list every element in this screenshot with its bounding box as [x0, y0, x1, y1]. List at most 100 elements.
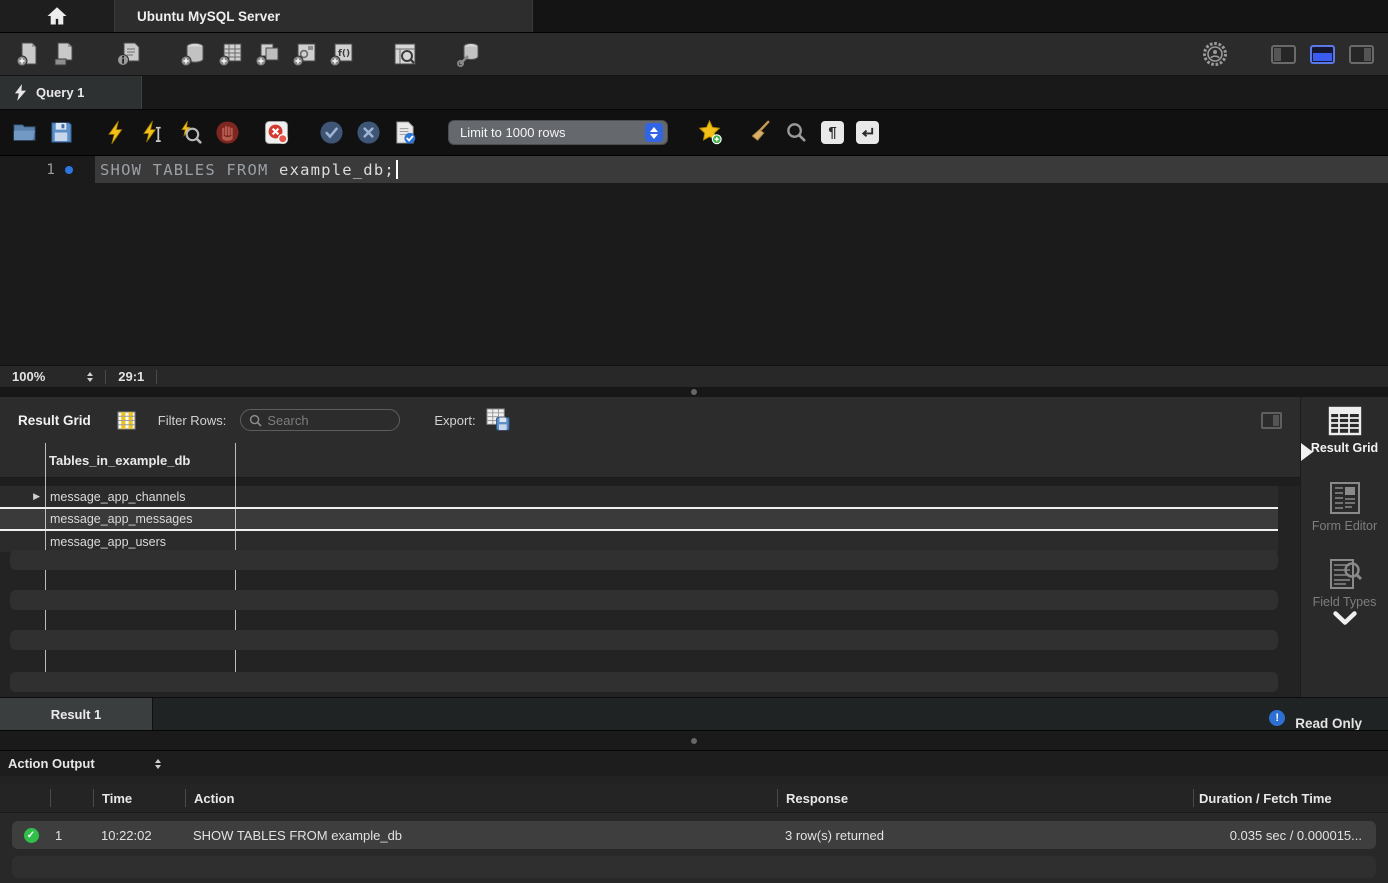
- col-duration[interactable]: Duration / Fetch Time: [1193, 789, 1388, 807]
- beautify-icon[interactable]: [747, 120, 772, 145]
- toggle-stop-on-error-icon[interactable]: [264, 120, 289, 145]
- grid-row-channels[interactable]: ▶ message_app_channels: [0, 486, 1278, 507]
- col-index: [50, 789, 93, 807]
- new-procedure-icon[interactable]: [290, 40, 318, 68]
- toggle-wrap-icon[interactable]: [856, 121, 879, 144]
- sidebar-more-chevron[interactable]: [1332, 611, 1358, 629]
- readonly-indicator: ! Read Only: [1269, 704, 1362, 730]
- database-tools-icon[interactable]: [455, 40, 483, 68]
- readonly-label: Read Only: [1295, 716, 1362, 730]
- splitter-grip-icon: [691, 738, 697, 744]
- success-check-icon: ✓: [24, 828, 39, 843]
- text-caret: [396, 160, 398, 179]
- toggle-autocommit-icon[interactable]: [393, 120, 418, 145]
- row-limit-dropdown[interactable]: Limit to 1000 rows: [448, 120, 668, 145]
- home-tab[interactable]: [0, 0, 115, 32]
- field-types-icon: [1327, 557, 1363, 591]
- line-number: 1: [46, 162, 55, 178]
- search-input[interactable]: [267, 413, 377, 428]
- zoom-level: 100%: [12, 369, 45, 384]
- cell-index: 1: [50, 828, 93, 843]
- code-line-1[interactable]: 1 SHOW TABLES FROM example_db;: [0, 156, 1388, 183]
- result-grid-toolbar: Result Grid Filter Rows: Export:: [0, 397, 1300, 443]
- query-tab-label: Query 1: [36, 85, 84, 100]
- tab-query-1[interactable]: Query 1: [0, 76, 142, 109]
- result-grid-icon: [1327, 405, 1363, 437]
- toggle-right-sidebar-icon[interactable]: [1349, 45, 1374, 64]
- sql-editor[interactable]: 1 SHOW TABLES FROM example_db;: [0, 156, 1388, 365]
- execute-icon[interactable]: [104, 120, 129, 145]
- show-invisibles-icon[interactable]: ¶: [821, 121, 844, 144]
- cell-response: 3 row(s) returned: [777, 828, 1193, 843]
- sidebar-item-form-editor[interactable]: Form Editor: [1309, 481, 1381, 533]
- action-output-row[interactable]: ✓ 1 10:22:02 SHOW TABLES FROM example_db…: [12, 821, 1376, 849]
- cell-action: SHOW TABLES FROM example_db: [185, 828, 777, 843]
- row-limit-value: Limit to 1000 rows: [460, 125, 566, 140]
- zoom-stepper-icon[interactable]: [87, 372, 93, 382]
- code-text[interactable]: SHOW TABLES FROM example_db;: [95, 156, 1388, 183]
- cell-table-name[interactable]: message_app_channels: [45, 490, 235, 504]
- new-function-icon[interactable]: f(): [327, 40, 355, 68]
- cell-time: 10:22:02: [93, 828, 185, 843]
- grid-columns-icon[interactable]: [117, 411, 136, 430]
- result-grid-title: Result Grid: [18, 413, 91, 428]
- row-marker: ▶: [0, 491, 45, 502]
- inspector-icon[interactable]: [115, 40, 143, 68]
- output-selector-stepper-icon[interactable]: [155, 759, 161, 769]
- search-table-data-icon[interactable]: [391, 40, 419, 68]
- active-view-arrow-icon: [1301, 443, 1313, 461]
- new-schema-icon[interactable]: [179, 40, 207, 68]
- sidebar-item-label: Form Editor: [1312, 519, 1377, 533]
- result-grid[interactable]: Tables_in_example_db ▶ message_app_chann…: [0, 443, 1300, 697]
- toggle-bottom-panel-icon[interactable]: [1310, 45, 1335, 64]
- cell-table-name[interactable]: message_app_users: [45, 535, 235, 549]
- caret-position: 29:1: [118, 369, 144, 384]
- open-script-icon[interactable]: [51, 40, 79, 68]
- find-icon[interactable]: [784, 120, 809, 145]
- result-tabstrip: Result 1 ! Read Only: [0, 697, 1388, 730]
- action-output-body: ✓ 1 10:22:02 SHOW TABLES FROM example_db…: [0, 813, 1388, 883]
- execute-current-statement-icon[interactable]: [141, 120, 166, 145]
- commit-icon[interactable]: [319, 120, 344, 145]
- filter-search-field[interactable]: [240, 409, 400, 431]
- filter-rows-label: Filter Rows:: [158, 413, 227, 428]
- toggle-left-sidebar-icon[interactable]: [1271, 45, 1296, 64]
- col-response[interactable]: Response: [777, 789, 1193, 807]
- chevron-down-icon: [1332, 611, 1358, 626]
- save-snippet-icon[interactable]: [698, 120, 723, 145]
- cell-table-name[interactable]: message_app_messages: [45, 512, 235, 526]
- connection-tab-label: Ubuntu MySQL Server: [137, 9, 280, 24]
- explain-icon[interactable]: [178, 120, 203, 145]
- save-icon[interactable]: [49, 120, 74, 145]
- main-toolbar: f(): [0, 33, 1388, 76]
- open-file-icon[interactable]: [12, 120, 37, 145]
- new-view-icon[interactable]: [253, 40, 281, 68]
- sidebar-item-result-grid[interactable]: Result Grid: [1309, 405, 1381, 455]
- new-table-icon[interactable]: [216, 40, 244, 68]
- stop-icon[interactable]: [215, 120, 240, 145]
- sidebar-item-field-types[interactable]: Field Types: [1309, 557, 1381, 609]
- query-bolt-icon: [14, 84, 27, 101]
- notifications-gear-icon[interactable]: [1201, 40, 1229, 68]
- home-icon: [45, 4, 69, 28]
- col-time[interactable]: Time: [93, 789, 185, 807]
- col-action[interactable]: Action: [185, 789, 777, 807]
- grid-column-header[interactable]: Tables_in_example_db: [45, 453, 235, 468]
- rollback-icon[interactable]: [356, 120, 381, 145]
- connection-tab[interactable]: Ubuntu MySQL Server: [115, 0, 533, 32]
- export-recordset-icon[interactable]: [486, 408, 511, 432]
- svg-text:f(): f(): [338, 49, 350, 59]
- horizontal-splitter-top[interactable]: [0, 387, 1388, 397]
- grid-row-users[interactable]: message_app_users: [0, 531, 1278, 552]
- editor-statusbar: 100% 29:1: [0, 365, 1388, 387]
- sql-keywords: SHOW TABLES FROM: [100, 161, 279, 179]
- new-query-tab-icon[interactable]: [14, 40, 42, 68]
- collapse-right-sidebar-icon[interactable]: [1261, 412, 1282, 429]
- grid-row-messages[interactable]: message_app_messages: [0, 507, 1278, 531]
- tab-result-1[interactable]: Result 1: [0, 698, 153, 730]
- readonly-info-icon[interactable]: !: [1269, 710, 1285, 726]
- horizontal-splitter-bottom[interactable]: [0, 730, 1388, 750]
- cell-duration: 0.035 sec / 0.000015...: [1193, 828, 1376, 843]
- sidebar-item-label: Result Grid: [1311, 441, 1378, 455]
- tabbar-empty-area: [533, 0, 1388, 32]
